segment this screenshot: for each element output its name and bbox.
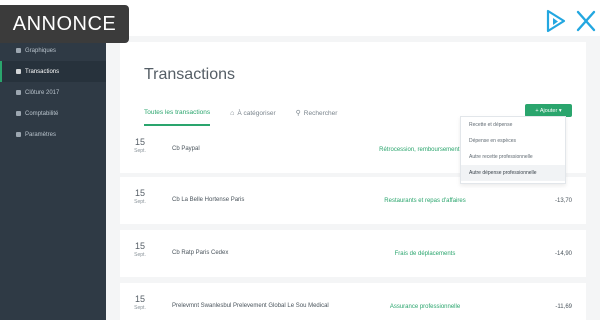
tab-label: Rechercher [303, 109, 338, 117]
menu-item-income-expense[interactable]: Recette et dépense [461, 117, 565, 133]
sidebar: Graphiques Transactions Clôture 2017 Com… [0, 36, 106, 320]
sidebar-item-transactions[interactable]: Transactions [0, 61, 106, 82]
ad-choices-icon[interactable] [544, 8, 568, 34]
transaction-amount: -11,69 [555, 303, 572, 310]
list-icon [16, 69, 21, 74]
sidebar-item-graphiques[interactable]: Graphiques [0, 40, 106, 61]
date-day: 15 [134, 241, 145, 251]
settings-icon [16, 132, 21, 137]
transaction-category[interactable]: Restaurants et repas d'affaires [370, 177, 480, 224]
tab-all-transactions[interactable]: Toutes les transactions [144, 106, 211, 126]
app-screen: Graphiques Transactions Clôture 2017 Com… [0, 0, 600, 320]
transaction-description: Prelevmnt Swanlesbul Prelevement Global … [172, 303, 329, 310]
tag-icon: ⌂ [230, 109, 235, 117]
sidebar-item-label: Comptabilité [25, 110, 59, 117]
date-cell: 15 Sept. [130, 295, 150, 311]
sidebar-item-label: Graphiques [25, 47, 57, 54]
sidebar-item-label: Transactions [25, 68, 60, 75]
add-dropdown-menu: Recette et dépense Dépense en espèces Au… [460, 116, 566, 184]
sidebar-item-comptabilite[interactable]: Comptabilité [0, 103, 106, 124]
date-day: 15 [134, 188, 145, 198]
transaction-description: Cb La Belle Hortense Paris [172, 197, 245, 204]
menu-item-other-income[interactable]: Autre recette professionnelle [461, 149, 565, 165]
menu-item-other-expense[interactable]: Autre dépense professionnelle [461, 165, 565, 181]
tab-search[interactable]: ⚲ Rechercher [296, 106, 338, 126]
table-row[interactable]: 15 Sept. Cb La Belle Hortense Paris Rest… [120, 177, 586, 224]
date-month: Sept. [134, 305, 146, 311]
table-row[interactable]: 15 Sept. Cb Ratp Paris Cedex Frais de dé… [120, 230, 586, 277]
transaction-category[interactable]: Assurance professionnelle [370, 283, 480, 320]
sidebar-item-label: Paramètres [25, 131, 57, 138]
date-month: Sept. [134, 199, 146, 205]
date-cell: 15 Sept. [130, 242, 150, 258]
transaction-amount: -14,90 [554, 250, 572, 257]
main-panel: Transactions Toutes les transactions ⌂ À… [106, 36, 600, 320]
close-icon[interactable] [574, 8, 598, 34]
date-month: Sept. [134, 252, 146, 258]
sidebar-item-cloture[interactable]: Clôture 2017 [0, 82, 106, 103]
date-month: Sept. [134, 148, 146, 154]
sidebar-item-label: Clôture 2017 [25, 89, 60, 96]
date-cell: 15 Sept. [130, 138, 150, 154]
transaction-category[interactable]: Frais de déplacements [370, 230, 480, 277]
calendar-icon [16, 90, 21, 95]
chart-icon [16, 48, 21, 53]
tab-bar: Toutes les transactions ⌂ À catégoriser … [144, 106, 357, 126]
transaction-amount: -13,70 [554, 197, 572, 204]
date-day: 15 [134, 294, 145, 304]
transaction-description: Cb Paypal [172, 146, 200, 153]
tab-label: Toutes les transactions [144, 108, 211, 116]
date-cell: 15 Sept. [130, 189, 150, 205]
ad-label: ANNONCE [0, 5, 129, 43]
tab-label: À catégoriser [237, 109, 276, 117]
page-title: Transactions [144, 66, 235, 83]
tab-to-categorize[interactable]: ⌂ À catégoriser [230, 106, 276, 126]
menu-item-cash-expense[interactable]: Dépense en espèces [461, 133, 565, 149]
table-row[interactable]: 15 Sept. Prelevmnt Swanlesbul Prelevemen… [120, 283, 586, 320]
sidebar-item-parametres[interactable]: Paramètres [0, 124, 106, 145]
search-icon: ⚲ [295, 110, 301, 117]
transaction-description: Cb Ratp Paris Cedex [172, 250, 229, 257]
book-icon [16, 111, 21, 116]
date-day: 15 [134, 137, 145, 147]
